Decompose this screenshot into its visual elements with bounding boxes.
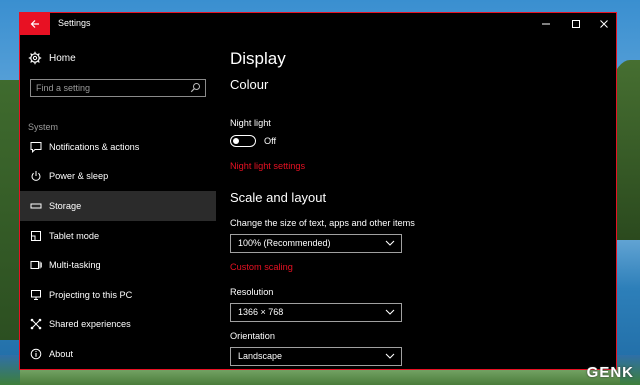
chevron-down-icon <box>385 309 395 315</box>
size-label: Change the size of text, apps and other … <box>230 218 415 228</box>
search-icon <box>190 83 200 93</box>
maximize-icon <box>572 20 580 28</box>
sidebar-item-multitasking[interactable]: Multi-tasking <box>20 250 216 280</box>
close-icon <box>600 20 608 28</box>
watermark-logo: GENK <box>587 364 634 381</box>
night-light-state: Off <box>264 136 277 146</box>
multitasking-icon <box>29 258 43 272</box>
sidebar-item-label: Notifications & actions <box>49 141 140 152</box>
toggle-knob <box>233 137 239 144</box>
minimize-button[interactable] <box>536 16 556 32</box>
watermark-text: GENK <box>586 364 634 381</box>
sidebar-item-tablet-mode[interactable]: Tablet mode <box>20 221 216 251</box>
resolution-dropdown-value: 1366 × 768 <box>238 307 284 317</box>
page-title: Display <box>230 49 286 68</box>
resolution-dropdown[interactable]: 1366 × 768 <box>230 303 402 322</box>
back-arrow-icon <box>30 20 39 28</box>
tablet-icon <box>29 229 43 243</box>
window-title: Settings <box>58 18 91 28</box>
notification-icon <box>29 140 43 154</box>
orientation-dropdown-value: Landscape <box>238 351 283 361</box>
search-box[interactable] <box>30 79 206 97</box>
sidebar-item-label: Tablet mode <box>49 230 100 241</box>
home-label: Home <box>49 52 76 64</box>
settings-window: Settings Home System <box>19 12 617 370</box>
back-button[interactable] <box>20 13 50 35</box>
sidebar-item-label: Projecting to this PC <box>49 289 133 300</box>
sidebar-home[interactable]: Home <box>28 51 76 65</box>
sidebar-nav: Notifications & actions Power & sleep St… <box>20 132 216 369</box>
maximize-button[interactable] <box>566 16 586 32</box>
scale-layout-heading: Scale and layout <box>230 190 327 205</box>
projecting-icon <box>29 288 43 302</box>
main-content: Display Colour Night light Off Night lig… <box>230 35 610 369</box>
sidebar-item-label: Shared experiences <box>49 319 131 330</box>
minimize-icon <box>542 23 550 25</box>
sidebar-item-storage[interactable]: Storage <box>20 191 216 221</box>
orientation-label: Orientation <box>230 331 275 341</box>
night-light-toggle[interactable] <box>230 135 256 147</box>
chevron-down-icon <box>385 353 395 359</box>
sidebar-item-notifications[interactable]: Notifications & actions <box>20 132 216 162</box>
resolution-label: Resolution <box>230 287 274 297</box>
sidebar-item-label: Multi-tasking <box>49 260 101 271</box>
sidebar: Home System Notifications & actions Pow <box>20 35 216 369</box>
gear-icon <box>28 51 42 65</box>
size-dropdown[interactable]: 100% (Recommended) <box>230 234 402 253</box>
chevron-down-icon <box>385 240 395 246</box>
info-icon <box>29 347 43 361</box>
night-light-label: Night light <box>230 118 271 128</box>
sidebar-item-power-sleep[interactable]: Power & sleep <box>20 162 216 192</box>
sidebar-item-shared-experiences[interactable]: Shared experiences <box>20 310 216 340</box>
size-dropdown-value: 100% (Recommended) <box>238 238 331 248</box>
colour-heading: Colour <box>230 77 269 92</box>
title-bar: Settings <box>20 13 616 35</box>
sidebar-item-about[interactable]: About <box>20 339 216 369</box>
section-heading-system: System <box>28 122 59 132</box>
storage-icon <box>29 199 43 213</box>
shared-icon <box>29 317 43 331</box>
sidebar-item-label: Storage <box>49 200 82 211</box>
sidebar-item-label: Power & sleep <box>49 171 109 182</box>
night-light-settings-link[interactable]: Night light settings <box>230 161 305 171</box>
power-icon <box>29 169 43 183</box>
sidebar-item-label: About <box>49 348 74 359</box>
custom-scaling-link[interactable]: Custom scaling <box>230 262 293 272</box>
search-input[interactable] <box>36 83 176 93</box>
orientation-dropdown[interactable]: Landscape <box>230 347 402 366</box>
sidebar-item-projecting[interactable]: Projecting to this PC <box>20 280 216 310</box>
close-button[interactable] <box>594 16 614 32</box>
